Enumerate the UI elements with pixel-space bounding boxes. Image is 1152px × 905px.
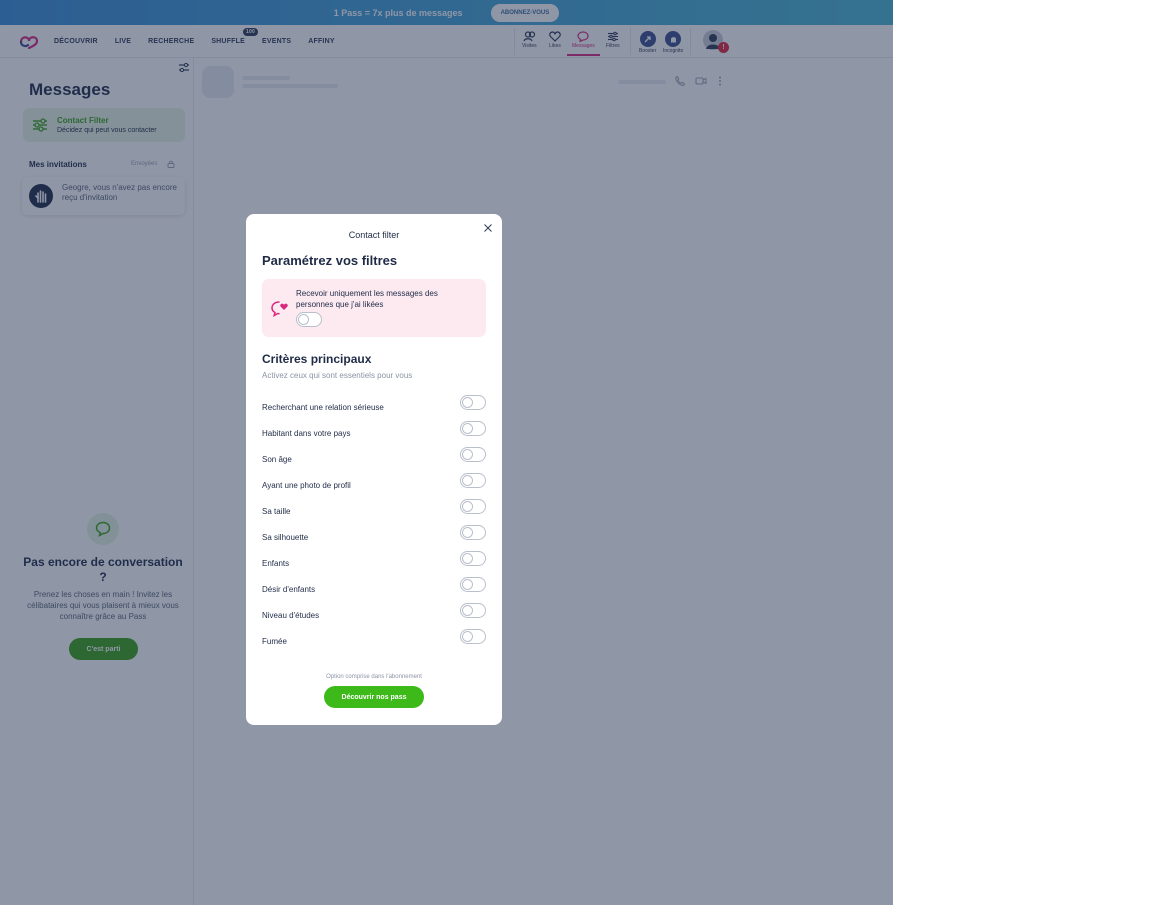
toggle-knob: [298, 314, 309, 325]
criterion-row: Ayant une photo de profil: [262, 472, 486, 498]
heart-chat-icon: [271, 301, 288, 318]
toggle-knob: [462, 423, 473, 434]
criterion-row: Fumée: [262, 628, 486, 654]
modal-title: Paramétrez vos filtres: [262, 253, 398, 268]
toggle-knob: [462, 501, 473, 512]
criterion-label: Recherchant une relation sérieuse: [262, 402, 384, 412]
subscription-note: Option comprise dans l'abonnement: [326, 674, 422, 680]
toggle-knob: [462, 631, 473, 642]
criterion-label: Son âge: [262, 454, 292, 464]
criterion-row: Recherchant une relation sérieuse: [262, 394, 486, 420]
criteria-section-title: Critères principaux: [262, 352, 372, 366]
liked-only-toggle[interactable]: [296, 312, 322, 327]
toggle-knob: [462, 449, 473, 460]
criterion-label: Enfants: [262, 558, 290, 568]
toggle-knob: [462, 605, 473, 616]
criterion-toggle[interactable]: [460, 551, 486, 566]
criterion-label: Fumée: [262, 636, 287, 646]
toggle-knob: [462, 397, 473, 408]
criterion-label: Niveau d'études: [262, 610, 320, 620]
criterion-toggle[interactable]: [460, 629, 486, 644]
contact-filter-modal: Contact filter Paramétrez vos filtres Re…: [246, 214, 502, 725]
criteria-list: Recherchant une relation sérieuse Habita…: [262, 394, 486, 654]
criterion-row: Son âge: [262, 446, 486, 472]
liked-only-card: Recevoir uniquement les messages des per…: [262, 279, 486, 337]
criterion-toggle[interactable]: [460, 447, 486, 462]
criterion-toggle[interactable]: [460, 473, 486, 488]
discover-pass-button[interactable]: Découvrir nos pass: [324, 686, 424, 708]
liked-only-label: Recevoir uniquement les messages des per…: [296, 289, 438, 309]
criterion-row: Habitant dans votre pays: [262, 420, 486, 446]
criterion-toggle[interactable]: [460, 525, 486, 540]
criterion-row: Niveau d'études: [262, 602, 486, 628]
criterion-label: Désir d'enfants: [262, 584, 316, 594]
criterion-row: Sa taille: [262, 498, 486, 524]
criterion-toggle[interactable]: [460, 421, 486, 436]
criterion-label: Sa taille: [262, 506, 291, 516]
app-window: 1 Pass = 7x plus de messages ABONNEZ-VOU…: [0, 0, 893, 905]
toggle-knob: [462, 553, 473, 564]
criterion-row: Enfants: [262, 550, 486, 576]
criterion-label: Habitant dans votre pays: [262, 428, 351, 438]
criterion-row: Sa silhouette: [262, 524, 486, 550]
criterion-toggle[interactable]: [460, 603, 486, 618]
criteria-section-subtitle: Activez ceux qui sont essentiels pour vo…: [262, 371, 413, 380]
toggle-knob: [462, 579, 473, 590]
blank-area: [893, 0, 1152, 905]
toggle-knob: [462, 527, 473, 538]
criterion-toggle[interactable]: [460, 499, 486, 514]
criterion-toggle[interactable]: [460, 577, 486, 592]
close-icon[interactable]: [483, 223, 493, 233]
modal-header: Contact filter: [348, 230, 400, 240]
criterion-label: Ayant une photo de profil: [262, 480, 351, 490]
criterion-label: Sa silhouette: [262, 532, 309, 542]
criterion-toggle[interactable]: [460, 395, 486, 410]
criterion-row: Désir d'enfants: [262, 576, 486, 602]
toggle-knob: [462, 475, 473, 486]
